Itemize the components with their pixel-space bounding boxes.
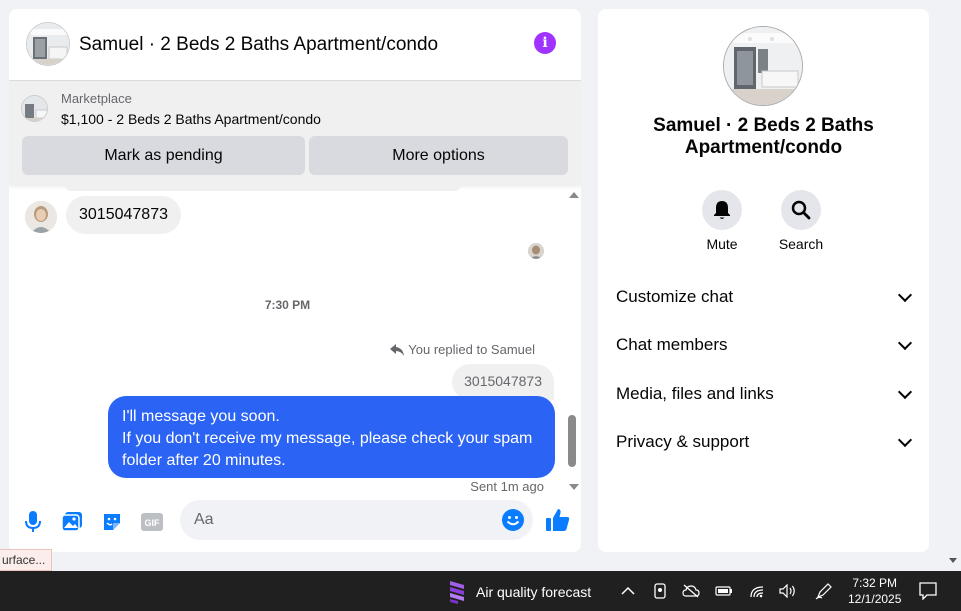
weather-label: Air quality forecast: [476, 584, 592, 600]
volume-icon[interactable]: [778, 581, 798, 601]
pen-icon[interactable]: [814, 581, 834, 601]
scroll-up-arrow-icon[interactable]: [569, 192, 579, 198]
customize-chat-section[interactable]: Customize chat: [616, 282, 913, 312]
outgoing-message-line: If you don't receive my message, please …: [122, 430, 533, 447]
section-label: Privacy & support: [616, 432, 750, 451]
search-icon[interactable]: [781, 190, 821, 230]
meet-now-icon[interactable]: [650, 581, 670, 601]
message-composer: GIF: [9, 495, 581, 552]
chevron-down-icon: [897, 287, 913, 302]
bell-icon[interactable]: [702, 190, 742, 230]
partial-message-bubble: [65, 185, 461, 191]
marketplace-bar: Marketplace $1,100 - 2 Beds 2 Baths Apar…: [9, 81, 581, 185]
wifi-icon[interactable]: [747, 581, 767, 601]
message-timestamp: 7:30 PM: [264, 298, 311, 312]
gif-label: GIF: [145, 518, 161, 528]
search-action[interactable]: Search: [771, 190, 831, 252]
air-quality-icon: [450, 581, 464, 604]
reply-note: You replied to Samuel: [390, 342, 535, 357]
info-icon[interactable]: i: [534, 32, 556, 54]
quoted-message[interactable]: 3015047873: [452, 364, 554, 400]
conversation-title: Samuel · 2 Beds 2 Baths Apartment/condo: [653, 115, 874, 158]
mute-action[interactable]: Mute: [692, 190, 752, 252]
listing-avatar[interactable]: [26, 22, 70, 66]
reply-icon: [390, 343, 405, 356]
outgoing-message-line: I'll message you soon.: [122, 408, 280, 425]
section-label: Chat members: [616, 335, 728, 354]
privacy-support-section[interactable]: Privacy & support: [616, 427, 913, 457]
chevron-down-icon: [897, 432, 913, 447]
thumbs-up-icon[interactable]: [545, 507, 571, 533]
sticker-icon[interactable]: [100, 510, 124, 534]
section-label: Customize chat: [616, 287, 734, 306]
chat-header: Samuel · 2 Beds 2 Baths Apartment/condo …: [9, 9, 581, 81]
clock-date: 12/1/2025: [848, 592, 902, 606]
message-list: 3015047873 7:30 PM You replied to Samuel…: [9, 185, 581, 495]
marketplace-label: Marketplace: [61, 91, 132, 106]
mute-label: Mute: [706, 236, 738, 252]
cloud-offline-icon[interactable]: [681, 581, 701, 601]
mark-as-pending-button[interactable]: Mark as pending: [22, 136, 305, 175]
sender-avatar[interactable]: [25, 201, 57, 233]
chat-panel: Samuel · 2 Beds 2 Baths Apartment/condo …: [9, 9, 581, 552]
notification-icon[interactable]: [918, 581, 938, 601]
microphone-icon[interactable]: [21, 510, 45, 534]
photo-icon[interactable]: [60, 510, 84, 534]
chevron-down-icon: [897, 384, 913, 399]
scroll-down-arrow-icon[interactable]: [569, 484, 579, 490]
conversation-info-panel: Samuel · 2 Beds 2 Baths Apartment/condo …: [598, 9, 929, 552]
seen-indicator-avatar: [528, 243, 544, 259]
search-label: Search: [778, 236, 824, 252]
system-clock[interactable]: 7:32 PM 12/1/2025: [848, 575, 901, 607]
gif-icon[interactable]: GIF: [140, 510, 164, 534]
incoming-message[interactable]: 3015047873: [66, 196, 181, 234]
conversation-avatar[interactable]: [723, 26, 803, 106]
section-label: Media, files and links: [616, 384, 774, 403]
message-input[interactable]: [180, 500, 533, 540]
chevron-up-icon[interactable]: [618, 581, 638, 601]
weather-widget[interactable]: Air quality forecast: [446, 579, 591, 605]
listing-summary[interactable]: $1,100 - 2 Beds 2 Baths Apartment/condo: [61, 111, 321, 127]
clock-time: 7:32 PM: [852, 576, 898, 590]
outgoing-message[interactable]: I'll message you soon. If you don't rece…: [108, 396, 555, 478]
message-scrollbar[interactable]: [567, 189, 581, 495]
chat-members-section[interactable]: Chat members: [616, 330, 913, 360]
sent-status: Sent 1m ago: [470, 479, 544, 494]
emoji-icon[interactable]: [501, 508, 525, 532]
chevron-down-icon: [897, 335, 913, 350]
windows-taskbar: Air quality forecast 7:32 PM 12/1/2025: [0, 571, 961, 611]
listing-thumbnail[interactable]: [21, 95, 48, 122]
media-files-links-section[interactable]: Media, files and links: [616, 379, 913, 409]
scrollbar-thumb[interactable]: [568, 415, 576, 467]
browser-status-tooltip: urface...: [0, 549, 53, 571]
outgoing-message-line: folder after 20 minutes.: [122, 452, 286, 469]
chat-title[interactable]: Samuel · 2 Beds 2 Baths Apartment/condo: [79, 34, 438, 56]
reply-note-text: You replied to Samuel: [408, 342, 535, 357]
more-options-button[interactable]: More options: [309, 136, 568, 175]
page-scroll-down-arrow-icon[interactable]: [949, 558, 957, 563]
battery-icon[interactable]: [714, 581, 734, 601]
page-scrollbar[interactable]: [945, 0, 961, 571]
